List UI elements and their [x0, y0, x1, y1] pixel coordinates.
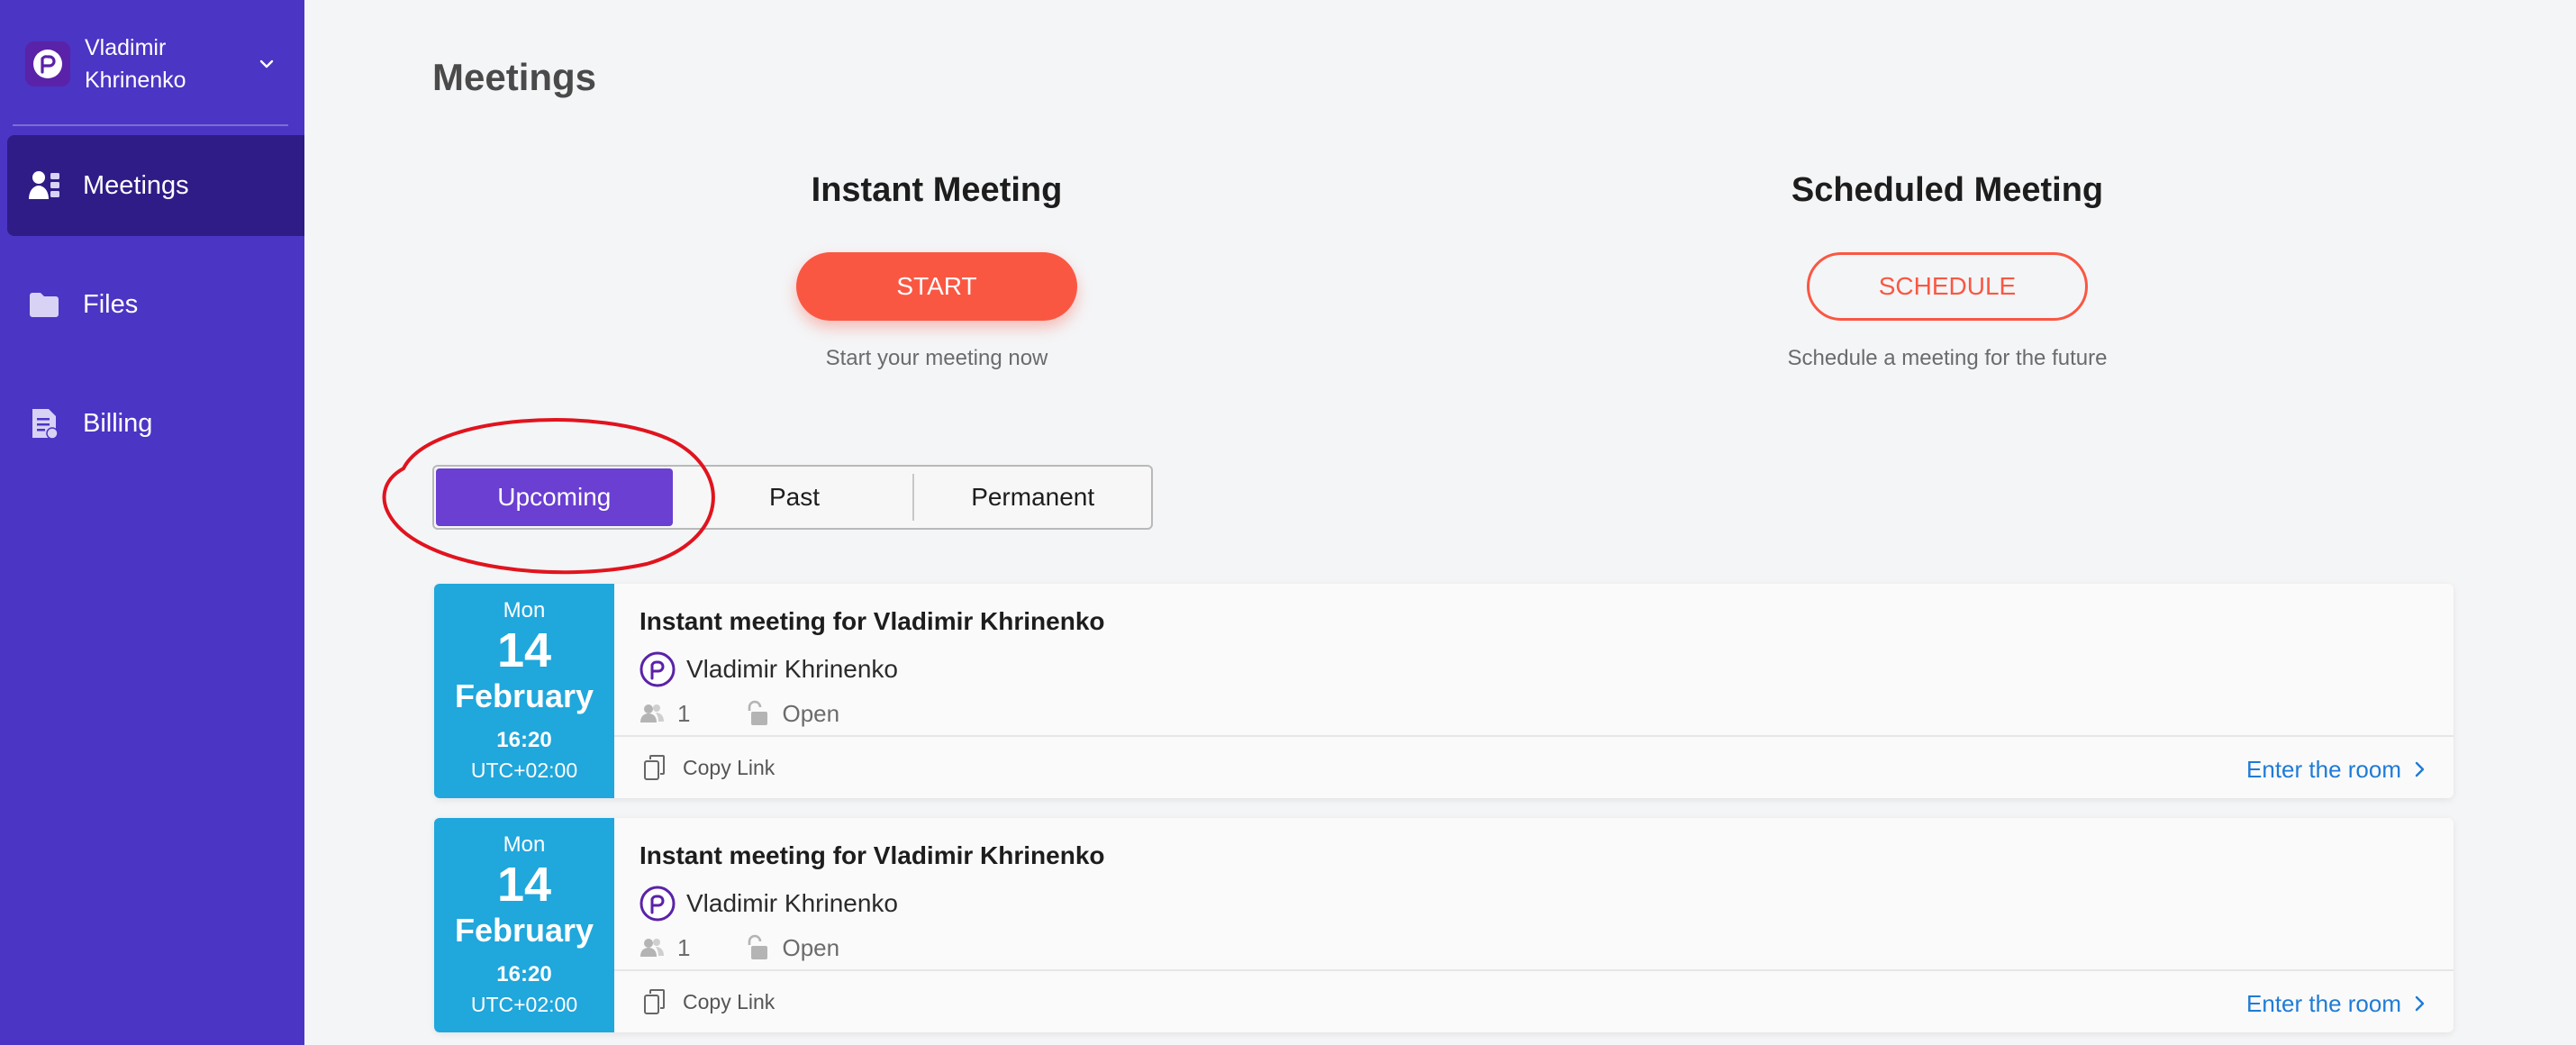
host-name: Vladimir Khrinenko [686, 655, 898, 683]
sidebar: Vladimir Khrinenko Meetings Files Billin… [0, 0, 304, 1045]
account-name: Vladimir Khrinenko [85, 35, 186, 93]
copy-icon [643, 988, 670, 1015]
access-status: Open [782, 699, 840, 727]
copy-link-button[interactable]: Copy Link [643, 750, 775, 786]
meeting-weekday: Mon [503, 832, 546, 857]
copy-link-label: Copy Link [683, 755, 776, 779]
host-avatar-icon [639, 886, 676, 922]
access-status: Open [782, 933, 840, 961]
chevron-right-icon [2415, 995, 2425, 1012]
scheduled-meeting-section: Scheduled Meeting SCHEDULE Schedule a me… [1695, 171, 2200, 371]
start-button[interactable]: START [796, 252, 1077, 321]
users-icon [25, 167, 63, 204]
meeting-host: Vladimir Khrinenko [639, 650, 898, 688]
scheduled-meeting-subtitle: Schedule a meeting for the future [1787, 346, 2108, 370]
participants-icon [639, 700, 667, 727]
page-title: Meetings [432, 56, 597, 98]
tab-past[interactable]: Past [676, 467, 913, 528]
chevron-down-icon[interactable] [254, 51, 279, 77]
meeting-card: Mon 14 February 16:20 UTC+02:00 Instant … [434, 818, 2454, 1032]
host-avatar-icon [639, 651, 676, 687]
meeting-time: 16:20 [496, 728, 552, 752]
invoice-icon [25, 404, 63, 442]
sidebar-item-label: Meetings [83, 170, 189, 200]
meeting-date-block: Mon 14 February 16:20 UTC+02:00 [434, 584, 614, 798]
card-divider [614, 969, 2454, 971]
sidebar-divider [13, 124, 288, 126]
copy-link-button[interactable]: Copy Link [643, 984, 775, 1020]
meeting-weekday: Mon [503, 598, 546, 622]
host-name: Vladimir Khrinenko [686, 889, 898, 917]
sidebar-item-label: Billing [83, 408, 153, 438]
scheduled-meeting-title: Scheduled Meeting [1791, 171, 2104, 209]
sidebar-item-meetings[interactable]: Meetings [7, 135, 304, 236]
meeting-host: Vladimir Khrinenko [639, 885, 898, 922]
meeting-title: Instant meeting for Vladimir Khrinenko [639, 607, 1105, 635]
participant-count: 1 [677, 699, 691, 727]
meeting-card: Mon 14 February 16:20 UTC+02:00 Instant … [434, 584, 2454, 798]
meeting-title: Instant meeting for Vladimir Khrinenko [639, 841, 1105, 869]
meeting-timezone: UTC+02:00 [470, 993, 578, 1016]
instant-meeting-title: Instant Meeting [811, 171, 1063, 209]
instant-meeting-subtitle: Start your meeting now [825, 346, 1048, 370]
enter-room-label: Enter the room [2246, 755, 2401, 783]
enter-room-label: Enter the room [2246, 989, 2401, 1017]
meeting-tabs: Upcoming Past Permanent [432, 465, 1153, 530]
card-divider [614, 735, 2454, 737]
unlock-icon [744, 700, 771, 727]
meeting-meta: 1 Open [639, 697, 839, 730]
meeting-month: February [454, 912, 594, 949]
participant-count: 1 [677, 933, 691, 961]
meeting-day: 14 [496, 858, 552, 912]
brand-logo-icon [25, 41, 70, 86]
copy-icon [643, 754, 670, 781]
enter-room-link[interactable]: Enter the room [2246, 751, 2428, 787]
schedule-button[interactable]: SCHEDULE [1807, 252, 2088, 321]
copy-link-label: Copy Link [683, 989, 776, 1013]
chevron-right-icon [2415, 761, 2425, 777]
folder-icon [25, 286, 63, 323]
instant-meeting-section: Instant Meeting START Start your meeting… [685, 171, 1189, 371]
tab-upcoming[interactable]: Upcoming [436, 468, 673, 526]
enter-room-link[interactable]: Enter the room [2246, 986, 2428, 1022]
meeting-timezone: UTC+02:00 [470, 759, 578, 782]
tab-permanent[interactable]: Permanent [914, 467, 1151, 528]
sidebar-item-label: Files [83, 289, 139, 319]
meeting-day: 14 [496, 623, 552, 677]
participants-icon [639, 934, 667, 961]
account-switcher[interactable]: Vladimir Khrinenko [13, 27, 288, 101]
sidebar-item-files[interactable]: Files [7, 254, 304, 355]
meeting-time: 16:20 [496, 962, 552, 986]
meeting-date-block: Mon 14 February 16:20 UTC+02:00 [434, 818, 614, 1032]
unlock-icon [744, 934, 771, 961]
meeting-month: February [454, 677, 594, 714]
sidebar-item-billing[interactable]: Billing [7, 373, 304, 474]
meeting-meta: 1 Open [639, 931, 839, 964]
